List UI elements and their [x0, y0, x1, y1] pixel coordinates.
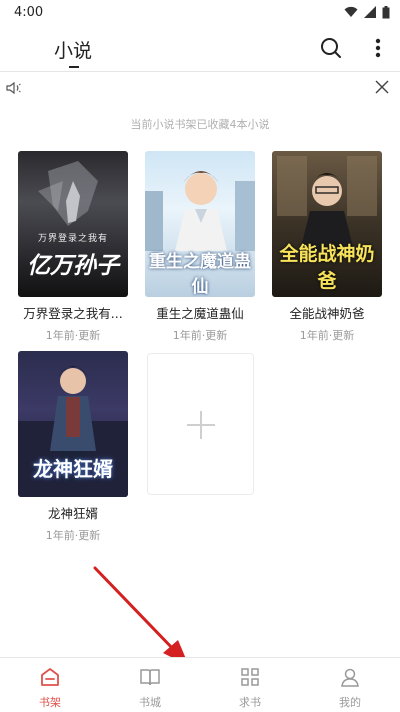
- book-update: 1年前·更新: [45, 529, 101, 542]
- nav-item-bookshelf[interactable]: 书架: [0, 658, 100, 712]
- book-item[interactable]: 龙神狂婿 龙神狂婿 1年前·更新: [18, 351, 128, 543]
- book-update: 1年前·更新: [299, 329, 355, 342]
- bookshelf-icon: [41, 668, 59, 686]
- book-cover[interactable]: 重生之魔道蛊仙: [145, 151, 255, 297]
- more-vertical-icon[interactable]: [370, 36, 386, 60]
- nav-item-request[interactable]: 求书: [200, 658, 300, 712]
- speaker-icon: [6, 81, 21, 95]
- cover-title: 全能战神奶爸: [279, 243, 375, 292]
- page-title[interactable]: 小说: [54, 36, 92, 63]
- battery-icon: [382, 5, 390, 18]
- book-title: 龙神狂婿: [47, 506, 98, 521]
- cover-title: 重生之魔道蛊仙: [149, 252, 251, 297]
- nav-label: 求书: [239, 696, 261, 709]
- status-time: 4:00: [14, 4, 44, 20]
- nav-item-bookstore[interactable]: 书城: [100, 658, 200, 712]
- book-title: 万界登录之我有...: [23, 306, 123, 321]
- cover-title: 亿万孙子: [27, 253, 119, 279]
- shelf-summary: 当前小说书架已收藏4本小说: [130, 118, 270, 131]
- book-title: 全能战神奶爸: [289, 306, 365, 321]
- open-book-icon: [140, 669, 160, 686]
- wifi-icon: [344, 6, 358, 17]
- grid-icon: [241, 668, 259, 686]
- cover-subtitle: 万界登录之我有: [37, 234, 108, 244]
- book-cover[interactable]: 全能战神奶爸: [272, 151, 382, 297]
- bottom-nav: 书架 书城 求书 我的: [0, 657, 400, 712]
- nav-label: 书架: [39, 696, 61, 709]
- book-item[interactable]: 重生之魔道蛊仙 重生之魔道蛊仙 1年前·更新: [145, 151, 255, 343]
- book-item[interactable]: 全能战神奶爸 全能战神奶爸 1年前·更新: [272, 151, 382, 343]
- book-item[interactable]: 万界登录之我有 亿万孙子 万界登录之我有... 1年前·更新: [18, 151, 128, 343]
- search-icon[interactable]: [319, 36, 343, 60]
- status-icons: [344, 5, 390, 19]
- nav-item-profile[interactable]: 我的: [300, 658, 400, 712]
- plus-icon-vertical: [200, 411, 202, 439]
- notice-bar: [0, 74, 400, 102]
- book-cover[interactable]: 万界登录之我有 亿万孙子: [18, 151, 128, 297]
- nav-label: 书城: [139, 696, 161, 709]
- person-icon: [341, 668, 359, 687]
- cover-title: 龙神狂婿: [33, 457, 113, 481]
- signal-icon: [364, 6, 376, 18]
- status-bar: 4:00: [0, 0, 400, 24]
- book-update: 1年前·更新: [172, 329, 228, 342]
- book-title: 重生之魔道蛊仙: [156, 306, 244, 321]
- close-icon[interactable]: [374, 79, 390, 95]
- book-cover[interactable]: 龙神狂婿: [18, 351, 128, 497]
- add-book-button[interactable]: [147, 353, 254, 495]
- title-underline: [69, 66, 79, 68]
- book-update: 1年前·更新: [45, 329, 101, 342]
- nav-label: 我的: [339, 696, 361, 709]
- app-header: 小说: [0, 24, 400, 72]
